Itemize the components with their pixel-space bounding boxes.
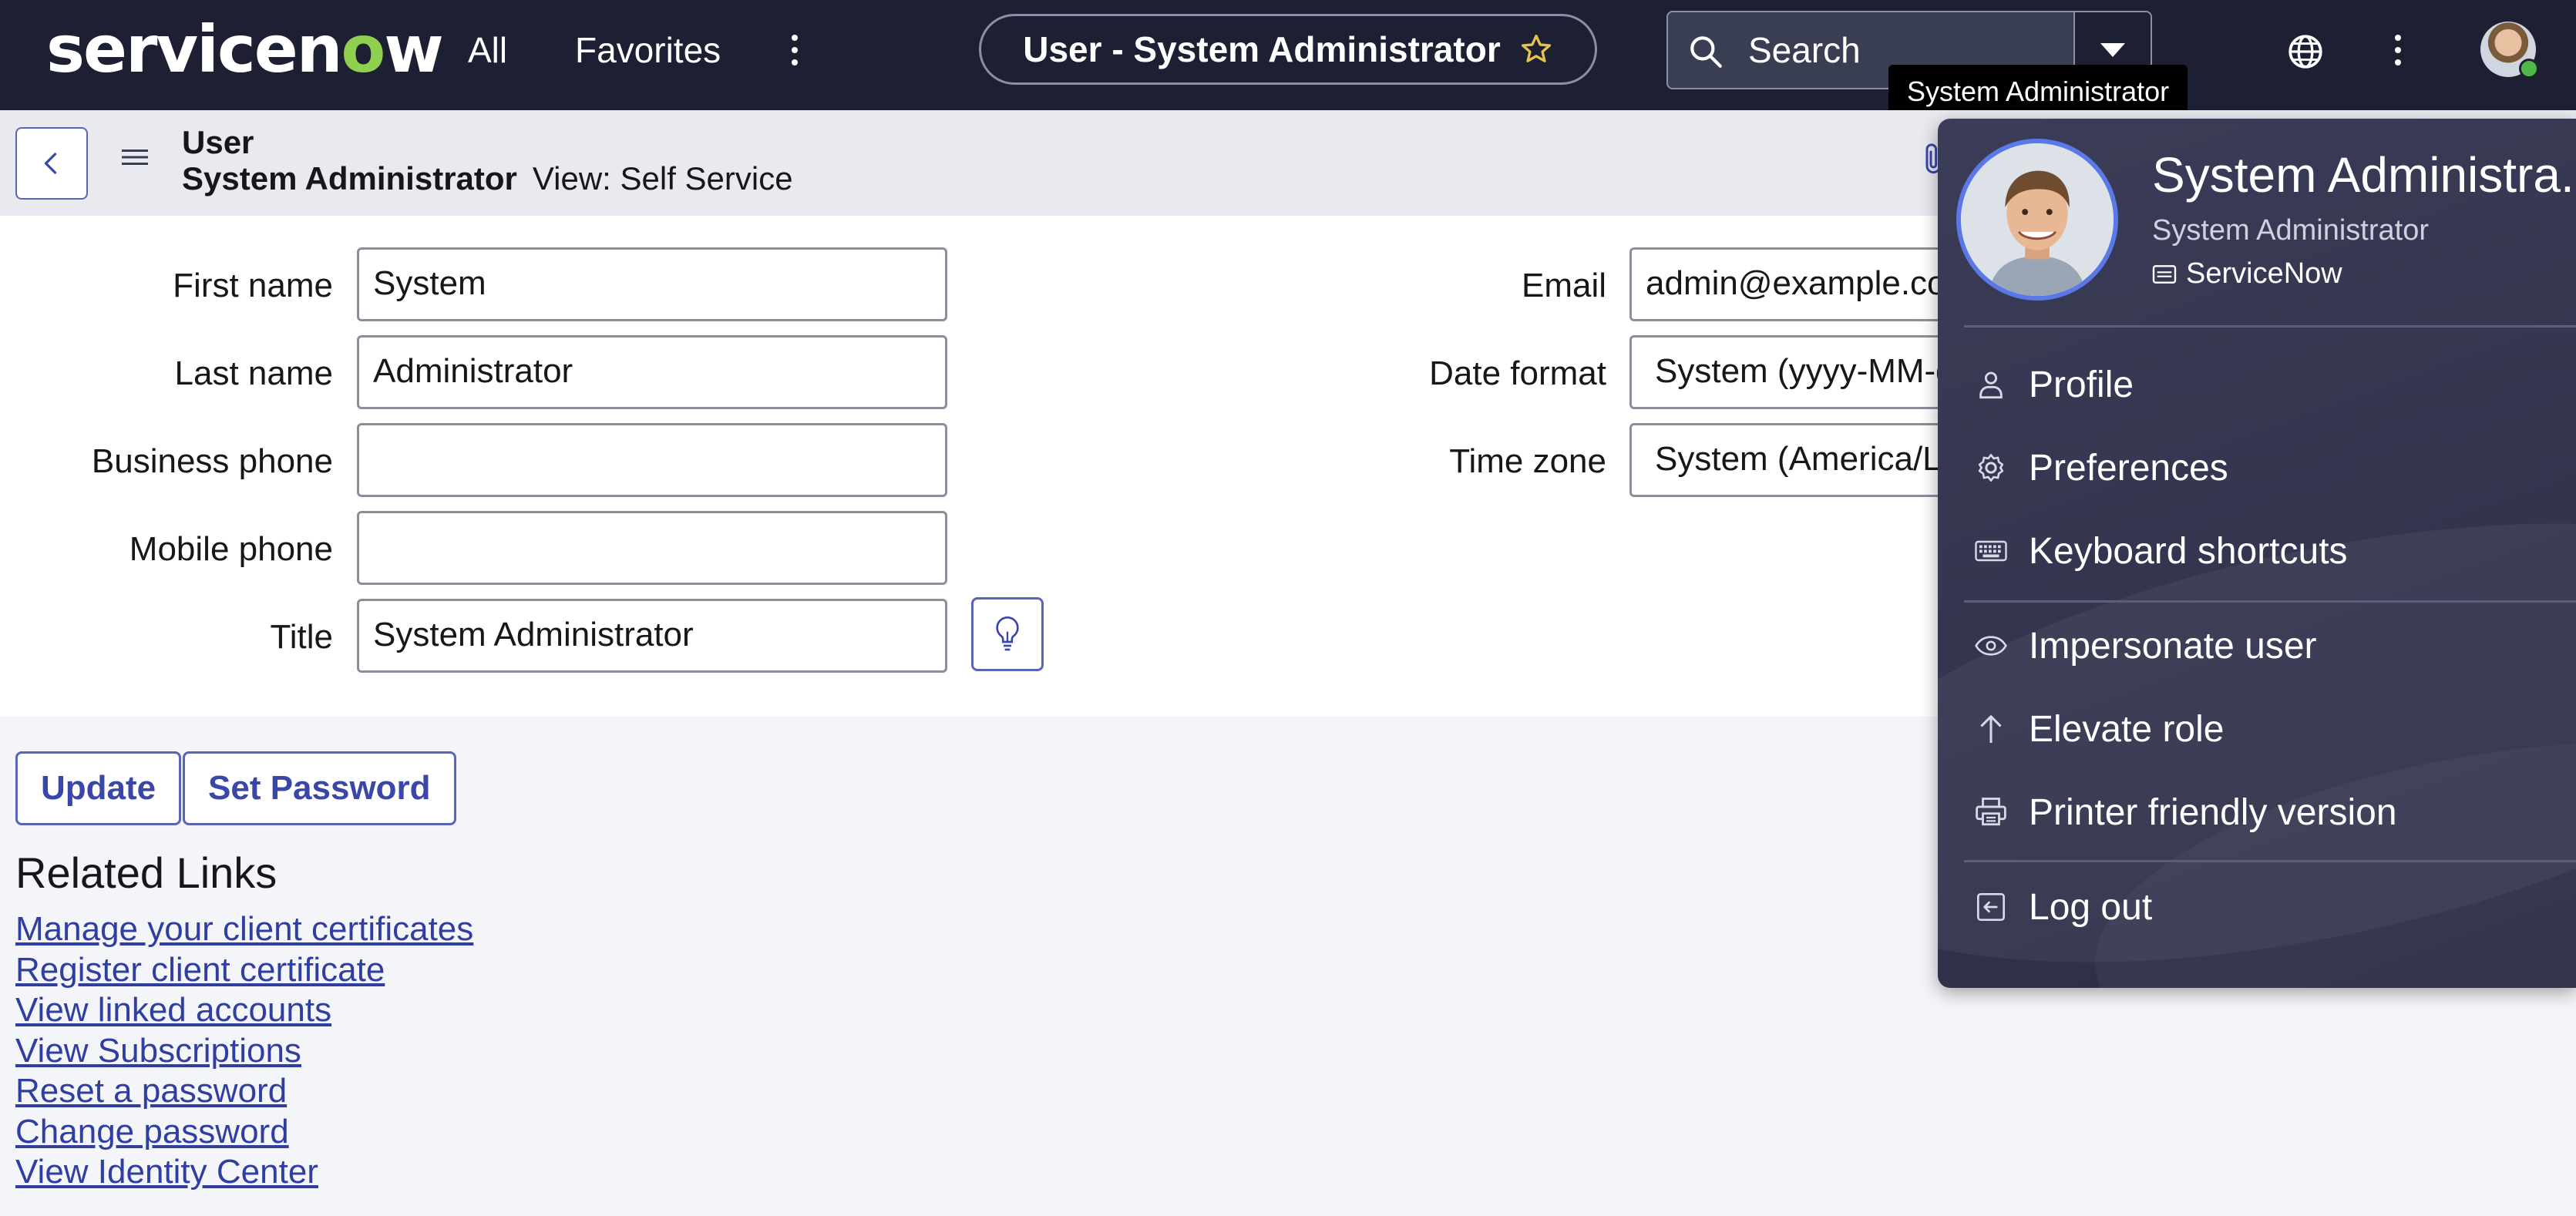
mobile-phone-label: Mobile phone bbox=[129, 530, 333, 568]
user-avatar-button[interactable] bbox=[2480, 22, 2539, 79]
mobile-phone-field[interactable] bbox=[357, 511, 947, 585]
more-menu-icon[interactable] bbox=[775, 23, 814, 77]
user-menu-panel: System Administra... System Administrato… bbox=[1938, 119, 2576, 988]
first-name-field[interactable]: System bbox=[357, 247, 947, 321]
servicenow-logo[interactable]: servicenow bbox=[46, 11, 444, 88]
menu-item-keyboard-shortcuts[interactable]: Keyboard shortcuts bbox=[1975, 524, 2348, 578]
arrow-up-icon bbox=[1980, 715, 2002, 743]
business-phone-label: Business phone bbox=[91, 442, 333, 480]
lightbulb-icon bbox=[996, 616, 1019, 651]
date-format-select[interactable]: System (yyyy-MM-dd) bbox=[1629, 335, 1953, 409]
user-menu-name: System Administra... bbox=[2152, 147, 2576, 203]
user-menu-org: ServiceNow bbox=[2152, 257, 2342, 291]
related-links-title: Related Links bbox=[15, 848, 277, 897]
overflow-menu-icon[interactable] bbox=[2379, 23, 2417, 77]
eye-icon bbox=[1975, 636, 2007, 656]
person-icon bbox=[1979, 371, 2003, 399]
email-label: Email bbox=[1521, 267, 1606, 304]
date-format-label: Date format bbox=[1429, 354, 1606, 392]
form-record-line: System Administrator View: Self Service bbox=[182, 160, 793, 197]
printer-icon bbox=[1976, 798, 2006, 826]
globe-icon[interactable] bbox=[2286, 32, 2325, 71]
last-name-field[interactable]: Administrator bbox=[357, 335, 947, 409]
link-register-client-certificate[interactable]: Register client certificate bbox=[15, 950, 473, 991]
logout-icon bbox=[1977, 893, 2005, 921]
nav-favorites-menu[interactable]: Favorites bbox=[575, 23, 721, 77]
gear-icon bbox=[1978, 454, 2004, 482]
lightbulb-suggestion-button[interactable] bbox=[971, 597, 1044, 671]
link-view-identity-center[interactable]: View Identity Center bbox=[15, 1152, 473, 1193]
menu-item-keyboard-shortcuts-label: Keyboard shortcuts bbox=[2029, 530, 2348, 572]
title-label: Title bbox=[270, 618, 334, 656]
update-button[interactable]: Update bbox=[15, 751, 182, 825]
menu-item-printer-friendly-label: Printer friendly version bbox=[2029, 791, 2397, 833]
link-view-subscriptions[interactable]: View Subscriptions bbox=[15, 1031, 473, 1072]
menu-item-impersonate-user-label: Impersonate user bbox=[2029, 625, 2317, 667]
related-links-list: Manage your client certificates Register… bbox=[15, 909, 473, 1193]
top-navigation-bar: servicenow All Favorites User - System A… bbox=[0, 0, 2576, 110]
first-name-label: First name bbox=[173, 267, 333, 304]
menu-item-preferences[interactable]: Preferences bbox=[1975, 441, 2228, 495]
user-menu-org-name: ServiceNow bbox=[2186, 257, 2342, 290]
title-field[interactable]: System Administrator bbox=[357, 599, 947, 673]
menu-item-profile-label: Profile bbox=[2029, 364, 2134, 405]
menu-divider bbox=[1964, 325, 2576, 328]
email-field[interactable]: admin@example.com bbox=[1629, 247, 1953, 321]
menu-item-log-out[interactable]: Log out bbox=[1975, 880, 2152, 934]
building-icon bbox=[2152, 264, 2177, 284]
menu-item-impersonate-user[interactable]: Impersonate user bbox=[1975, 619, 2317, 673]
search-icon bbox=[1690, 36, 1722, 68]
logo-text-end: w bbox=[384, 12, 444, 87]
menu-item-log-out-label: Log out bbox=[2029, 886, 2153, 928]
menu-item-profile[interactable]: Profile bbox=[1975, 358, 2134, 411]
user-menu-role: System Administrator bbox=[2152, 214, 2429, 247]
record-context-pill[interactable]: User - System Administrator bbox=[979, 14, 1597, 85]
time-zone-select[interactable]: System (America/Los_Angeles) bbox=[1629, 423, 1953, 497]
back-button[interactable] bbox=[15, 127, 88, 200]
set-password-button[interactable]: Set Password bbox=[183, 751, 456, 825]
search-input[interactable]: Search bbox=[1748, 12, 1861, 88]
link-reset-password[interactable]: Reset a password bbox=[15, 1071, 473, 1112]
chevron-down-icon bbox=[2100, 43, 2125, 57]
link-manage-client-certificates[interactable]: Manage your client certificates bbox=[15, 909, 473, 950]
form-view-name[interactable]: View: Self Service bbox=[533, 160, 793, 197]
time-zone-label: Time zone bbox=[1449, 442, 1606, 480]
user-photo bbox=[1961, 143, 2114, 296]
user-profile-avatar bbox=[1956, 139, 2118, 301]
chevron-left-icon bbox=[44, 153, 57, 174]
menu-item-printer-friendly[interactable]: Printer friendly version bbox=[1975, 785, 2397, 839]
menu-item-elevate-role-label: Elevate role bbox=[2029, 708, 2225, 750]
link-view-linked-accounts[interactable]: View linked accounts bbox=[15, 990, 473, 1031]
menu-divider bbox=[1964, 860, 2576, 862]
form-table-name: User bbox=[182, 124, 254, 160]
online-status-dot bbox=[2519, 59, 2539, 79]
last-name-label: Last name bbox=[174, 354, 333, 392]
menu-item-elevate-role[interactable]: Elevate role bbox=[1975, 702, 2224, 756]
hamburger-menu-icon[interactable] bbox=[122, 146, 148, 169]
record-pill-title: User - System Administrator bbox=[1023, 29, 1501, 69]
nav-all-menu[interactable]: All bbox=[468, 23, 507, 77]
business-phone-field[interactable] bbox=[357, 423, 947, 497]
logo-text: servicen bbox=[46, 12, 343, 87]
menu-item-preferences-label: Preferences bbox=[2029, 447, 2228, 489]
keyboard-icon bbox=[1975, 540, 2007, 562]
link-change-password[interactable]: Change password bbox=[15, 1112, 473, 1153]
logo-o: o bbox=[341, 12, 386, 87]
favorite-star-icon[interactable] bbox=[1519, 32, 1553, 66]
menu-divider bbox=[1964, 600, 2576, 603]
record-display-name: System Administrator bbox=[182, 160, 517, 197]
